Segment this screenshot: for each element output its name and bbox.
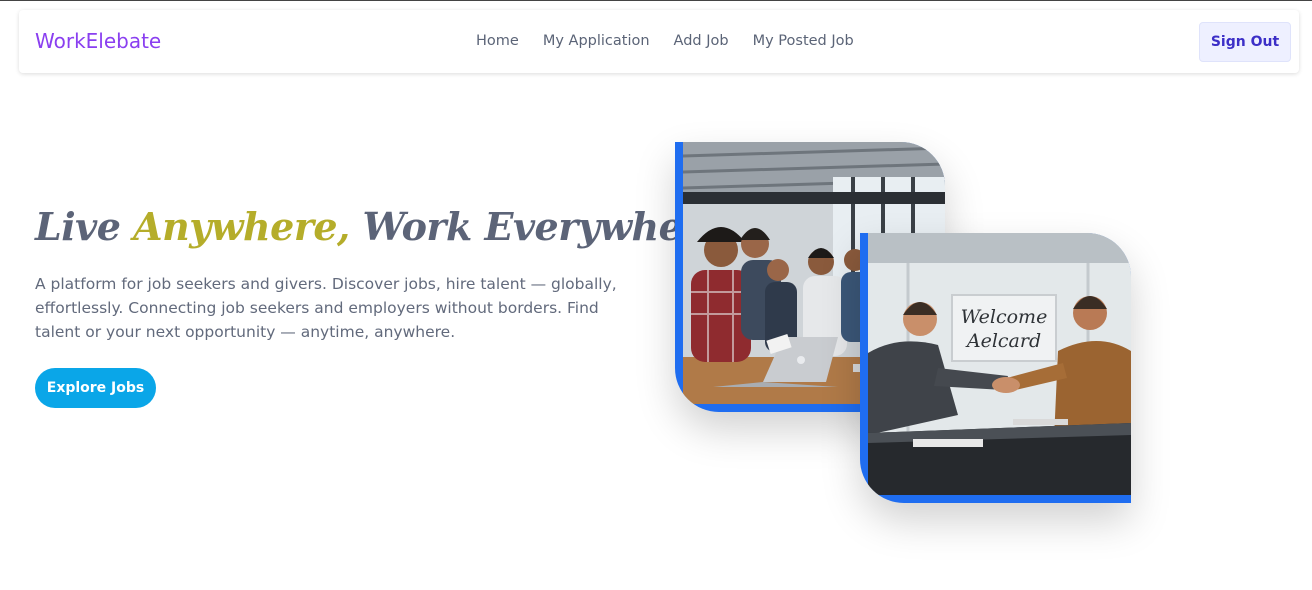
nav-links: Home My Application Add Job My Posted Jo… [476,33,854,49]
nav-link-home[interactable]: Home [476,33,519,49]
headline-part-1: Live [35,204,134,249]
handshake-illustration: Welcome Aelcard [868,233,1131,495]
headline-part-2: Work Everywhere [349,204,727,249]
hero-headline: Live Anywhere, Work Everywhere [35,204,726,249]
sign-out-button[interactable]: Sign Out [1199,22,1291,62]
window-top-border [0,0,1312,1]
nav-link-add-job[interactable]: Add Job [674,33,729,49]
welcome-sign-line-1: Welcome [961,306,1048,328]
headline-accent: Anywhere, [133,204,350,249]
brand-logo[interactable]: WorkElebate [35,29,161,53]
navbar: WorkElebate Home My Application Add Job … [19,10,1299,73]
nav-link-my-posted-job[interactable]: My Posted Job [753,33,854,49]
welcome-sign-line-2: Aelcard [965,330,1041,352]
explore-jobs-button[interactable]: Explore Jobs [35,368,156,408]
handshake-photo: Welcome Aelcard [860,233,1131,503]
nav-link-my-application[interactable]: My Application [543,33,650,49]
hero-description: A platform for job seekers and givers. D… [35,275,617,341]
